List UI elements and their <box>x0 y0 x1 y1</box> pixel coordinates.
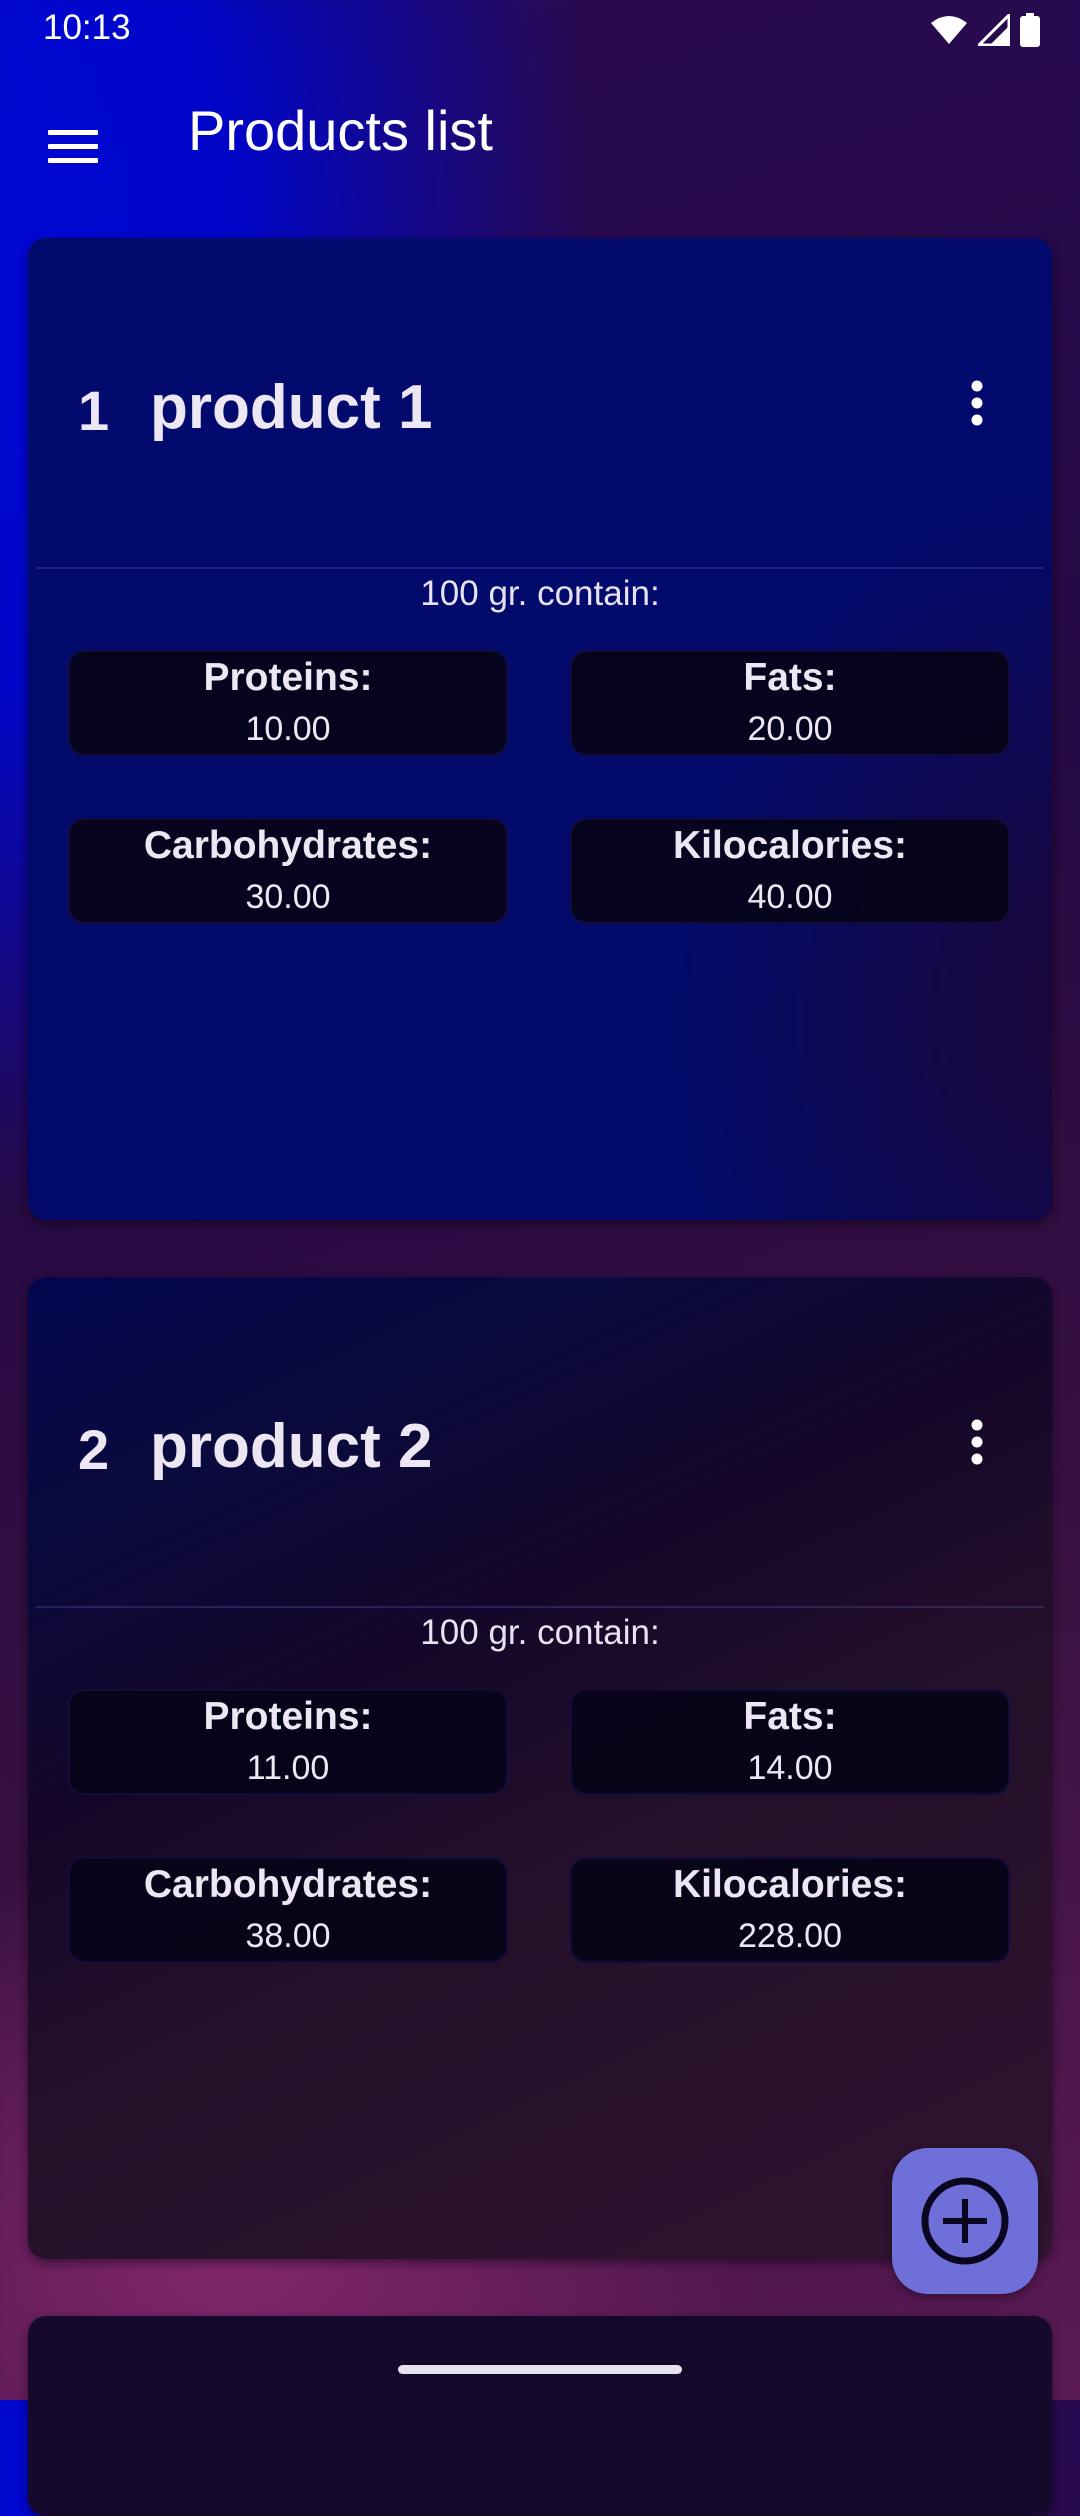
nutrient-label: Fats: <box>743 656 837 699</box>
page-title: Products list <box>188 99 493 162</box>
nutrient-value: 38.00 <box>245 1917 331 1955</box>
wifi-icon <box>931 16 967 44</box>
nutrient-value: 228.00 <box>738 1917 842 1955</box>
nutrient-label: Fats: <box>743 1695 837 1738</box>
signal-icon <box>978 14 1010 46</box>
nutrient-fats: Fats: 20.00 <box>570 650 1010 756</box>
product-card-header: 1 product 1 <box>28 238 1052 568</box>
menu-icon <box>48 130 98 163</box>
nutrient-label: Proteins: <box>203 656 373 699</box>
product-name: product 2 <box>150 1412 433 1481</box>
nutrient-proteins: Proteins: 11.00 <box>68 1689 508 1795</box>
contain-label: 100 gr. contain: <box>420 574 660 613</box>
nutrient-label: Carbohydrates: <box>143 1863 433 1906</box>
product-card[interactable] <box>28 2316 1052 2516</box>
product-card[interactable]: 2 product 2 100 gr. contain: Proteins: 1… <box>28 1277 1052 2259</box>
nutrient-kilocalories: Kilocalories: 40.00 <box>570 818 1010 924</box>
nutrient-value: 40.00 <box>747 878 833 916</box>
status-bar: 10:13 <box>0 0 1080 60</box>
more-options-button[interactable] <box>932 358 1022 448</box>
nutrient-label: Kilocalories: <box>672 1863 908 1906</box>
battery-icon <box>1020 13 1040 47</box>
status-icons <box>930 12 1040 48</box>
product-name: product 1 <box>150 373 433 442</box>
nutrient-fats: Fats: 14.00 <box>570 1689 1010 1795</box>
nutrient-label: Kilocalories: <box>672 824 908 867</box>
status-time: 10:13 <box>43 8 131 47</box>
contain-label: 100 gr. contain: <box>420 1613 660 1652</box>
nutrient-kilocalories: Kilocalories: 228.00 <box>570 1857 1010 1963</box>
add-product-button[interactable] <box>892 2148 1038 2294</box>
nutrient-value: 10.00 <box>245 710 331 748</box>
nutrient-value: 20.00 <box>747 710 833 748</box>
more-vert-icon <box>971 1419 983 1465</box>
divider <box>36 567 1044 569</box>
nutrient-label: Carbohydrates: <box>143 824 433 867</box>
product-index: 1 <box>78 379 110 442</box>
nutrient-value: 14.00 <box>747 1749 833 1787</box>
home-indicator[interactable] <box>398 2365 682 2374</box>
menu-button[interactable] <box>28 102 118 192</box>
nutrient-value: 11.00 <box>246 1749 330 1787</box>
add-circle-icon <box>921 2177 1009 2265</box>
nutrient-label: Proteins: <box>203 1695 373 1738</box>
more-vert-icon <box>971 380 983 426</box>
nutrient-carbohydrates: Carbohydrates: 30.00 <box>68 818 508 924</box>
nutrient-proteins: Proteins: 10.00 <box>68 650 508 756</box>
nutrient-value: 30.00 <box>245 878 331 916</box>
product-index: 2 <box>78 1418 110 1481</box>
product-card[interactable]: 1 product 1 100 gr. contain: Proteins: 1… <box>28 238 1052 1220</box>
app-bar: Products list <box>0 60 1080 210</box>
divider <box>36 1606 1044 1608</box>
product-card-header: 2 product 2 <box>28 1277 1052 1607</box>
more-options-button[interactable] <box>932 1397 1022 1487</box>
nutrient-carbohydrates: Carbohydrates: 38.00 <box>68 1857 508 1963</box>
